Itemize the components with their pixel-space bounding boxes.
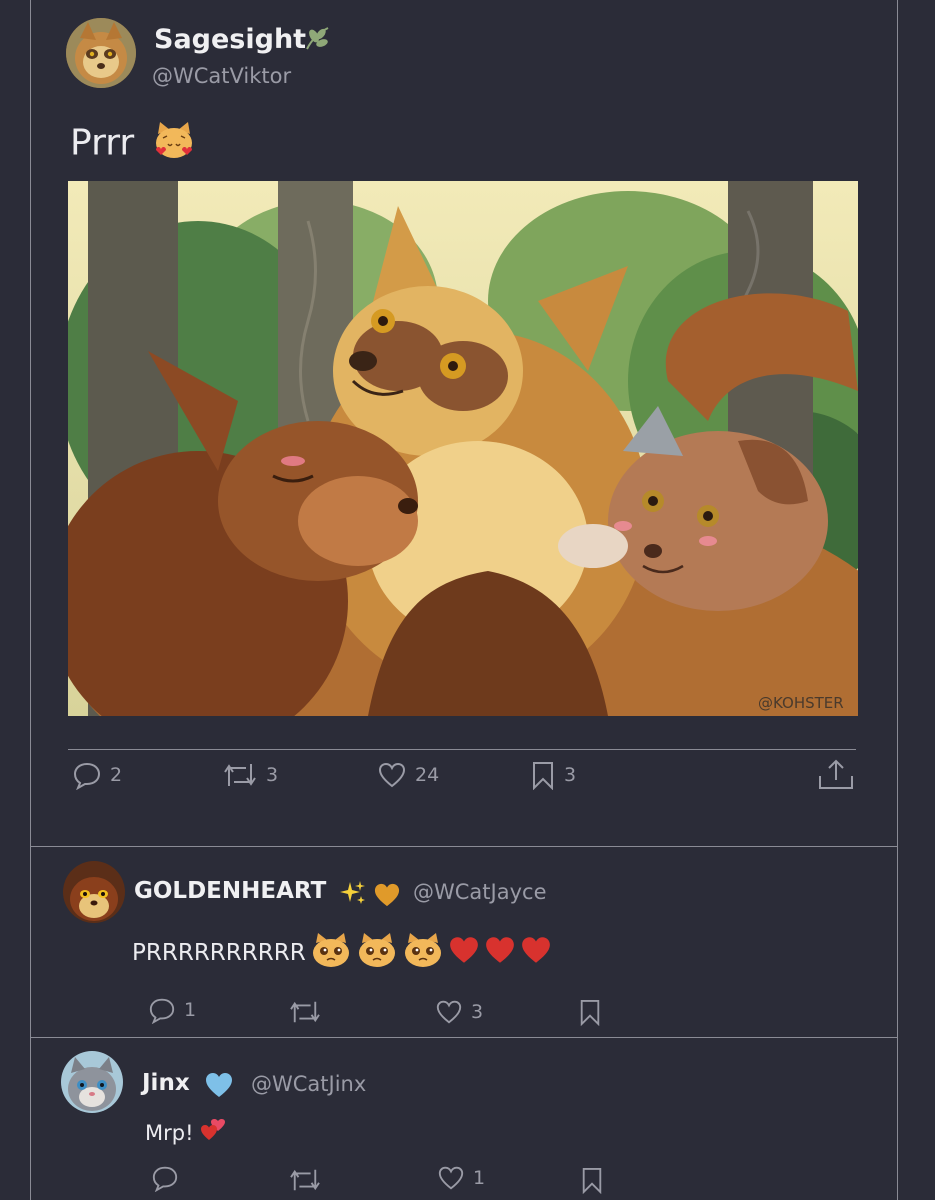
like-count: 24 — [415, 764, 440, 786]
retweet-icon — [290, 1001, 320, 1023]
jinx-text-content: Mrp! — [145, 1120, 194, 1145]
retweet-count: 3 — [266, 764, 279, 786]
red-heart-icon — [484, 935, 516, 971]
retweet-button[interactable]: 3 — [222, 760, 278, 790]
post-divider — [68, 749, 856, 750]
goldenheart-reply-count: 1 — [184, 999, 197, 1021]
post-text-content: Prrr — [70, 122, 135, 164]
jinx-text: Mrp! — [145, 1118, 228, 1147]
reply-button[interactable]: 2 — [72, 760, 122, 790]
jinx-bookmark-button[interactable] — [580, 1166, 604, 1194]
retweet-icon — [224, 764, 256, 786]
pleading-cat-icon — [402, 931, 444, 975]
light-blue-heart-icon — [204, 1071, 234, 1103]
bookmark-button[interactable]: 3 — [530, 760, 576, 790]
post-text: Prrr — [70, 120, 196, 169]
goldenheart-handle[interactable]: @WCatJayce — [413, 880, 547, 904]
pleading-cat-icon — [356, 931, 398, 975]
red-heart-icon — [448, 935, 480, 971]
jinx-like-count: 1 — [473, 1167, 486, 1189]
pleading-cat-icon — [310, 931, 352, 975]
reply-count: 2 — [110, 764, 123, 786]
jinx-like-button[interactable]: 1 — [437, 1164, 485, 1192]
sagesight-display-name[interactable]: Sagesight — [154, 24, 306, 55]
bookmark-count: 3 — [564, 764, 577, 786]
jinx-avatar[interactable] — [61, 1051, 123, 1113]
retweet-icon — [290, 1169, 320, 1191]
heart-outline-icon — [378, 762, 406, 788]
leaf-icon — [302, 24, 332, 58]
separator-1 — [30, 846, 898, 847]
goldenheart-like-button[interactable]: 3 — [435, 998, 483, 1026]
goldenheart-like-count: 3 — [471, 1001, 484, 1023]
reply-icon — [149, 998, 175, 1024]
orange-heart-icon — [373, 882, 401, 912]
separator-2 — [30, 1037, 898, 1038]
share-button[interactable] — [816, 758, 856, 790]
goldenheart-text-content: PRRRRRRRRRR — [132, 940, 306, 966]
sagesight-handle[interactable]: @WCatViktor — [152, 64, 291, 88]
sparkles-icon — [340, 880, 366, 910]
sagesight-avatar[interactable] — [66, 18, 136, 88]
goldenheart-bookmark-button[interactable] — [578, 998, 602, 1026]
bookmark-icon — [582, 1168, 602, 1194]
reply-icon — [152, 1166, 178, 1192]
reply-icon — [73, 762, 101, 790]
goldenheart-display-name[interactable]: GOLDENHEART — [134, 878, 326, 904]
artist-signature: @KOHSTER — [758, 694, 844, 712]
forest-cats-illustration: @KOHSTER — [68, 181, 858, 716]
heart-outline-icon — [438, 1166, 464, 1190]
heart-eyes-cat-icon — [152, 120, 196, 169]
goldenheart-retweet-button[interactable] — [288, 998, 330, 1026]
bookmark-icon — [580, 1000, 600, 1026]
goldenheart-reply-button[interactable]: 1 — [148, 996, 196, 1024]
goldenheart-avatar[interactable] — [63, 861, 125, 923]
red-heart-icon — [520, 935, 552, 971]
goldenheart-text: PRRRRRRRRRR — [132, 931, 552, 975]
two-hearts-icon — [200, 1118, 228, 1147]
heart-outline-icon — [436, 1000, 462, 1024]
like-button[interactable]: 24 — [377, 760, 439, 790]
jinx-retweet-button[interactable] — [288, 1166, 330, 1194]
jinx-display-name[interactable]: Jinx — [142, 1070, 190, 1096]
jinx-reply-button[interactable] — [151, 1164, 187, 1192]
post-image[interactable]: @KOHSTER — [68, 181, 858, 716]
bookmark-icon — [533, 762, 553, 790]
jinx-handle[interactable]: @WCatJinx — [251, 1072, 366, 1096]
share-icon — [819, 759, 853, 789]
